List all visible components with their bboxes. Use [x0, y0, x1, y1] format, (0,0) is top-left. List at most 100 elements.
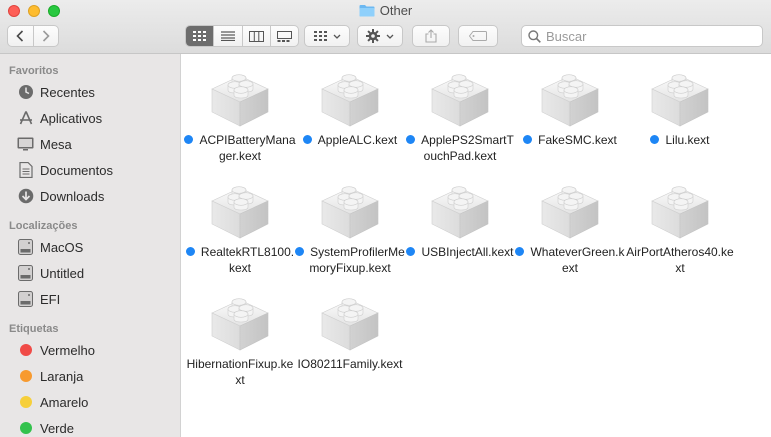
sidebar-item-label: Laranja — [40, 368, 84, 384]
tag-icon — [469, 31, 487, 41]
sidebar-item-documentos[interactable]: Documentos — [0, 157, 180, 183]
search-field[interactable] — [521, 25, 763, 47]
blue-tag-dot — [184, 135, 194, 144]
file-item[interactable]: FakeSMC.kext — [515, 60, 625, 172]
sidebar-item-untitled[interactable]: Untitled — [0, 260, 180, 286]
sidebar-item-tag-laranja[interactable]: Laranja — [0, 363, 180, 389]
column-view-button[interactable] — [241, 26, 270, 46]
file-name-text: FakeSMC.kext — [538, 133, 617, 147]
file-name-label: ApplePS2SmartTouchPad.kext — [404, 132, 516, 164]
sidebar-item-label: MacOS — [40, 239, 84, 255]
blue-tag-dot — [185, 247, 195, 256]
kext-bundle-icon — [428, 62, 492, 128]
sidebar-item-label: Downloads — [40, 188, 105, 204]
disk-icon — [17, 291, 34, 308]
yellow-tag-dot — [19, 396, 32, 408]
sidebar-item-mesa[interactable]: Mesa — [0, 131, 180, 157]
share-button[interactable] — [412, 25, 450, 47]
sidebar-item-aplicativos[interactable]: Aplicativos — [0, 105, 180, 131]
file-grid: ACPIBatteryManager.kext AppleALC.kext Ap… — [184, 60, 735, 396]
kext-bundle-icon — [318, 286, 382, 352]
icon-view-button[interactable] — [186, 26, 214, 46]
forward-button[interactable] — [32, 26, 59, 46]
chevron-left-icon — [16, 30, 24, 42]
file-name-text: SystemProfilerMemoryFixup.kext — [309, 245, 405, 275]
sidebar-item-recentes[interactable]: Recentes — [0, 79, 180, 105]
file-item[interactable]: ACPIBatteryManager.kext — [184, 60, 296, 172]
file-item[interactable]: Lilu.kext — [625, 60, 735, 172]
kext-bundle-icon — [538, 174, 602, 240]
clock-icon — [17, 84, 34, 101]
blue-tag-dot — [302, 135, 312, 144]
sidebar-item-macos[interactable]: MacOS — [0, 234, 180, 260]
kext-bundle-icon — [318, 62, 382, 128]
grid-icon — [192, 31, 206, 41]
sidebar-item-tag-verde[interactable]: Verde — [0, 415, 180, 437]
search-icon — [528, 29, 541, 43]
tag-button[interactable] — [458, 25, 498, 47]
sidebar-item-label: Recentes — [40, 84, 95, 100]
file-name-text: USBInjectAll.kext — [421, 245, 514, 259]
sidebar: Favoritos Recentes Aplicativos Mesa Docu… — [0, 54, 181, 437]
kext-bundle-icon — [648, 174, 712, 240]
sidebar-section-title: Etiquetas — [9, 323, 59, 335]
file-item[interactable]: IO80211Family.kext — [295, 284, 405, 396]
sidebar-item-efi[interactable]: EFI — [0, 286, 180, 312]
file-name-label: AppleALC.kext — [294, 132, 406, 148]
sidebar-item-tag-vermelho[interactable]: Vermelho — [0, 337, 180, 363]
sidebar-item-label: Documentos — [40, 162, 113, 178]
search-input[interactable] — [546, 28, 746, 44]
file-name-label: ACPIBatteryManager.kext — [184, 132, 296, 164]
sidebar-item-label: Verde — [40, 420, 74, 436]
blue-tag-dot — [406, 135, 416, 144]
sidebar-section-title: Favoritos — [9, 65, 59, 77]
file-item[interactable]: AppleALC.kext — [295, 60, 405, 172]
sidebar-item-downloads[interactable]: Downloads — [0, 183, 180, 209]
blue-tag-dot — [406, 247, 416, 256]
nav-buttons — [7, 25, 59, 47]
file-name-text: WhateverGreen.kext — [530, 245, 625, 275]
group-by-button[interactable] — [304, 25, 350, 47]
file-name-label: HibernationFixup.kext — [184, 356, 296, 388]
disk-icon — [17, 265, 34, 282]
file-item[interactable]: HibernationFixup.kext — [185, 284, 295, 396]
list-icon — [220, 31, 235, 41]
kext-bundle-icon — [208, 62, 272, 128]
file-name-label: FakeSMC.kext — [514, 132, 626, 148]
sidebar-item-label: Vermelho — [40, 342, 95, 358]
file-item[interactable]: WhateverGreen.kext — [515, 172, 625, 284]
document-icon — [17, 162, 34, 179]
gallery-view-button[interactable] — [269, 26, 298, 46]
orange-tag-dot — [19, 370, 32, 382]
tag-color-dot — [17, 342, 34, 359]
sidebar-item-tag-amarelo[interactable]: Amarelo — [0, 389, 180, 415]
sidebar-item-label: Mesa — [40, 136, 72, 152]
chevron-down-icon — [386, 34, 394, 39]
file-item[interactable]: SystemProfilerMemoryFixup.kext — [295, 172, 405, 284]
tag-color-dot — [17, 420, 34, 437]
desktop-icon — [17, 136, 34, 153]
red-tag-dot — [19, 344, 32, 356]
file-name-text: RealtekRTL8100.kext — [200, 245, 295, 275]
action-menu-button[interactable] — [357, 25, 403, 47]
list-view-button[interactable] — [213, 26, 241, 46]
file-browser-area: ACPIBatteryManager.kext AppleALC.kext Ap… — [181, 54, 771, 437]
kext-bundle-icon — [648, 62, 712, 128]
file-name-text: ACPIBatteryManager.kext — [199, 133, 296, 163]
blue-tag-dot — [523, 135, 533, 144]
kext-bundle-icon — [208, 174, 272, 240]
file-name-label: Lilu.kext — [624, 132, 736, 148]
file-item[interactable]: AirPortAtheros40.kext — [625, 172, 735, 284]
file-item[interactable]: RealtekRTL8100.kext — [185, 172, 295, 284]
toolbar: Other — [0, 0, 771, 54]
file-name-label: USBInjectAll.kext — [404, 244, 516, 260]
folder-icon — [359, 5, 375, 17]
chevron-down-icon — [333, 34, 340, 39]
file-item[interactable]: ApplePS2SmartTouchPad.kext — [405, 60, 515, 172]
view-mode-buttons — [185, 25, 299, 47]
file-item[interactable]: USBInjectAll.kext — [405, 172, 515, 284]
kext-bundle-icon — [538, 62, 602, 128]
back-button[interactable] — [8, 26, 33, 46]
file-name-label: WhateverGreen.kext — [514, 244, 626, 276]
blue-tag-dot — [650, 135, 660, 144]
